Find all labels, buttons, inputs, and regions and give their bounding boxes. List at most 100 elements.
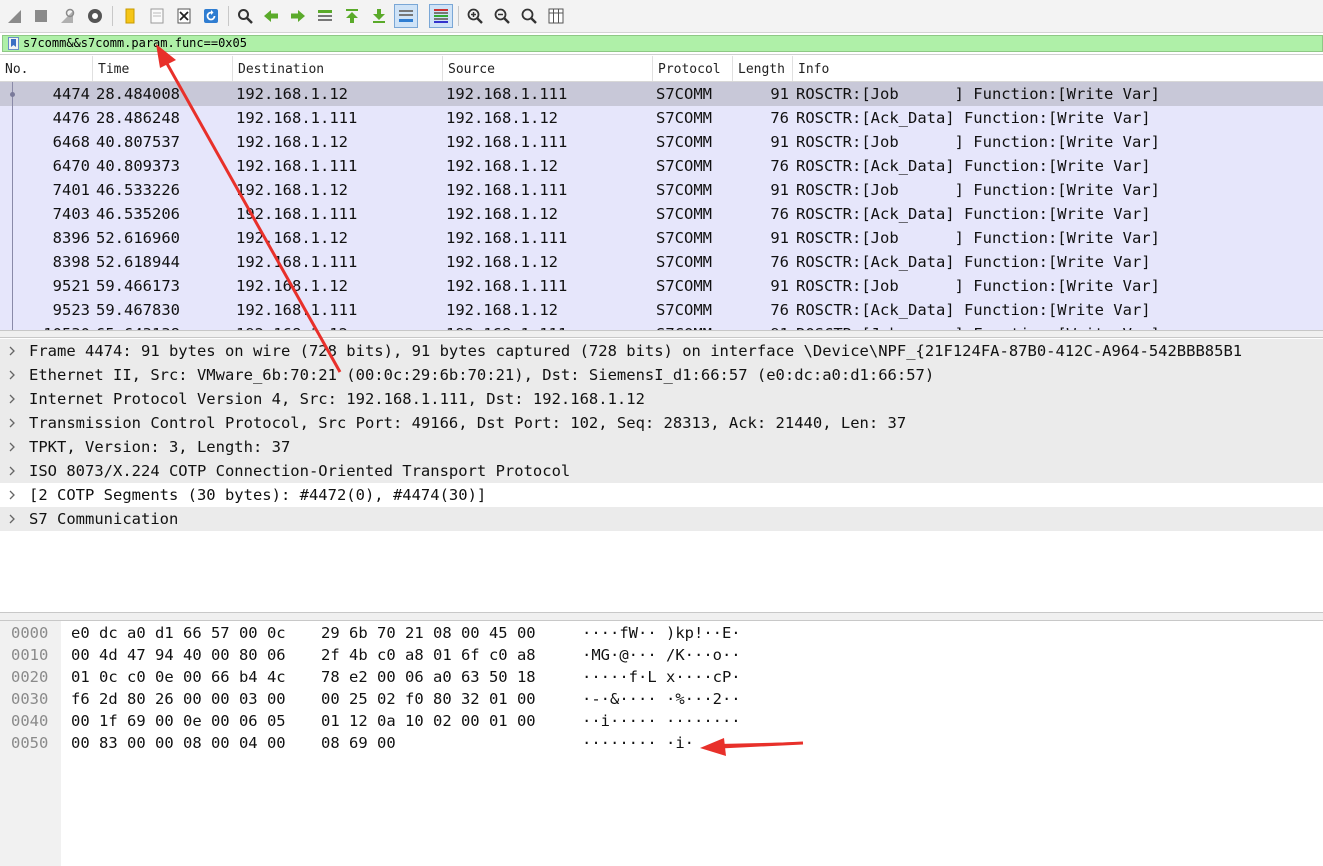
resize-columns-icon[interactable] <box>544 4 568 28</box>
packet-row[interactable]: 9523 59.467830 192.168.1.111 192.168.1.12 S7… <box>0 298 1323 322</box>
save-file-icon[interactable] <box>145 4 169 28</box>
cell-info: ROSCTR:[Ack_Data] Function:[Write Var] <box>796 205 1151 223</box>
display-filter-text: s7comm&&s7comm.param.func==0x05 <box>23 36 247 50</box>
packet-row[interactable]: 7403 46.535206 192.168.1.111 192.168.1.12 S7… <box>0 202 1323 226</box>
capture-options-icon[interactable] <box>83 4 107 28</box>
packet-row[interactable]: 6468 40.807537 192.168.1.12 192.168.1.111 S7… <box>0 130 1323 154</box>
zoom-out-icon[interactable] <box>490 4 514 28</box>
go-to-packet-icon[interactable] <box>313 4 337 28</box>
hex-ascii[interactable]: ·····f·L x····cP· <box>582 666 741 688</box>
autoscroll-icon[interactable] <box>394 4 418 28</box>
hex-bytes[interactable]: 00 25 02 f0 80 32 01 00 <box>321 688 536 710</box>
packet-row[interactable]: 8398 52.618944 192.168.1.111 192.168.1.12 S7… <box>0 250 1323 274</box>
packet-row[interactable]: 8396 52.616960 192.168.1.12 192.168.1.111 S7… <box>0 226 1323 250</box>
packet-row[interactable]: 6470 40.809373 192.168.1.111 192.168.1.12 S7… <box>0 154 1323 178</box>
chevron-right-icon[interactable] <box>6 393 18 405</box>
column-header-protocol[interactable]: Protocol <box>653 56 733 81</box>
pane-splitter[interactable] <box>0 330 1323 338</box>
hex-ascii[interactable]: ·-·&···· ·%···2·· <box>582 688 741 710</box>
cell-protocol: S7COMM <box>656 157 712 175</box>
hex-offset[interactable]: 0010 <box>11 644 48 666</box>
detail-tree-label: Transmission Control Protocol, Src Port:… <box>29 414 907 432</box>
column-header-no[interactable]: No. <box>0 56 93 81</box>
chevron-right-icon[interactable] <box>6 441 18 453</box>
hex-row: 0000 e0 dc a0 d1 66 57 00 0c 29 6b 70 21 0… <box>0 622 1323 644</box>
open-folder-icon[interactable] <box>118 4 142 28</box>
packet-row[interactable]: 4474 28.484008 192.168.1.12 192.168.1.111 S7… <box>0 82 1323 106</box>
packet-row[interactable]: 10530 65.643138192.168.1.12 192.168.1.111 S… <box>0 322 1323 330</box>
chevron-right-icon[interactable] <box>6 369 18 381</box>
column-header-time[interactable]: Time <box>93 56 233 81</box>
cell-source: 192.168.1.111 <box>446 85 568 103</box>
column-header-info[interactable]: Info <box>793 56 1323 81</box>
hex-bytes[interactable]: 01 12 0a 10 02 00 01 00 <box>321 710 536 732</box>
go-forward-icon[interactable] <box>286 4 310 28</box>
hex-ascii[interactable]: ····fW·· )kp!··E· <box>582 622 741 644</box>
find-icon[interactable] <box>233 4 257 28</box>
hex-offset[interactable]: 0020 <box>11 666 48 688</box>
cell-info: ROSCTR:[Ack_Data] Function:[Write Var] <box>796 301 1151 319</box>
cell-no: 10530 <box>0 322 90 330</box>
cell-length: 91 <box>770 181 789 199</box>
hex-offset[interactable]: 0040 <box>11 710 48 732</box>
stop-icon[interactable] <box>29 4 53 28</box>
cell-time: 40.809373 <box>96 157 180 175</box>
hex-bytes[interactable]: 00 83 00 00 08 00 04 00 <box>71 732 286 754</box>
display-filter-bar: s7comm&&s7comm.param.func==0x05 <box>0 33 1323 55</box>
hex-bytes[interactable]: 08 69 00 <box>321 732 396 754</box>
last-packet-icon[interactable] <box>367 4 391 28</box>
normal-size-icon[interactable] <box>517 4 541 28</box>
cell-protocol: S7COMM <box>656 301 712 319</box>
chevron-right-icon[interactable] <box>6 489 18 501</box>
reload-icon[interactable] <box>199 4 223 28</box>
cell-source: 192.168.1.12 <box>446 253 558 271</box>
chevron-right-icon[interactable] <box>6 513 18 525</box>
cell-source: 192.168.1.12 <box>446 157 558 175</box>
detail-tree-item[interactable]: ISO 8073/X.224 COTP Connection-Oriented … <box>0 459 1323 483</box>
cell-time: 59.467830 <box>96 301 180 319</box>
hex-bytes[interactable]: 01 0c c0 0e 00 66 b4 4c <box>71 666 286 688</box>
hex-bytes[interactable]: 00 1f 69 00 0e 00 06 05 <box>71 710 286 732</box>
chevron-right-icon[interactable] <box>6 465 18 477</box>
hex-bytes[interactable]: 78 e2 00 06 a0 63 50 18 <box>321 666 536 688</box>
packet-row[interactable]: 9521 59.466173 192.168.1.12 192.168.1.111 S7… <box>0 274 1323 298</box>
colorize-icon[interactable] <box>429 4 453 28</box>
hex-offset[interactable]: 0030 <box>11 688 48 710</box>
toolbar-separator <box>112 6 113 26</box>
hex-ascii[interactable]: ········ ·i· <box>582 732 694 754</box>
detail-tree-item[interactable]: Ethernet II, Src: VMware_6b:70:21 (00:0c… <box>0 363 1323 387</box>
hex-bytes[interactable]: 2f 4b c0 a8 01 6f c0 a8 <box>321 644 536 666</box>
bookmark-icon[interactable] <box>8 37 19 50</box>
column-header-destination[interactable]: Destination <box>233 56 443 81</box>
hex-ascii[interactable]: ··i····· ········ <box>582 710 741 732</box>
detail-tree-item[interactable]: Frame 4474: 91 bytes on wire (728 bits),… <box>0 339 1323 363</box>
close-file-icon[interactable] <box>172 4 196 28</box>
hex-bytes[interactable]: e0 dc a0 d1 66 57 00 0c <box>71 622 286 644</box>
column-header-length[interactable]: Length <box>733 56 793 81</box>
column-header-source[interactable]: Source <box>443 56 653 81</box>
detail-tree-item[interactable]: S7 Communication <box>0 507 1323 531</box>
detail-tree-item[interactable]: [2 COTP Segments (30 bytes): #4472(0), #… <box>0 483 1323 507</box>
detail-tree-item[interactable]: Internet Protocol Version 4, Src: 192.16… <box>0 387 1323 411</box>
chevron-right-icon[interactable] <box>6 417 18 429</box>
hex-offset[interactable]: 0000 <box>11 622 48 644</box>
hex-offset[interactable]: 0050 <box>11 732 48 754</box>
hex-bytes[interactable]: 00 4d 47 94 40 00 80 06 <box>71 644 286 666</box>
hex-bytes[interactable]: f6 2d 80 26 00 00 03 00 <box>71 688 286 710</box>
go-back-icon[interactable] <box>259 4 283 28</box>
chevron-right-icon[interactable] <box>6 345 18 357</box>
shark-fin-start-icon[interactable] <box>3 4 27 28</box>
detail-tree-item[interactable]: TPKT, Version: 3, Length: 37 <box>0 435 1323 459</box>
cell-no: 6470 <box>52 157 90 175</box>
packet-row[interactable]: 7401 46.533226 192.168.1.12 192.168.1.111 S7… <box>0 178 1323 202</box>
hex-ascii[interactable]: ·MG·@··· /K···o·· <box>582 644 741 666</box>
display-filter-input[interactable]: s7comm&&s7comm.param.func==0x05 <box>2 35 1323 52</box>
restart-fin-icon[interactable] <box>56 4 80 28</box>
packet-row[interactable]: 4476 28.486248 192.168.1.111 192.168.1.12 S7… <box>0 106 1323 130</box>
first-packet-icon[interactable] <box>340 4 364 28</box>
detail-tree-item[interactable]: Transmission Control Protocol, Src Port:… <box>0 411 1323 435</box>
cell-time: 59.466173 <box>96 277 180 295</box>
pane-splitter[interactable] <box>0 612 1323 621</box>
zoom-in-icon[interactable] <box>463 4 487 28</box>
hex-bytes[interactable]: 29 6b 70 21 08 00 45 00 <box>321 622 536 644</box>
